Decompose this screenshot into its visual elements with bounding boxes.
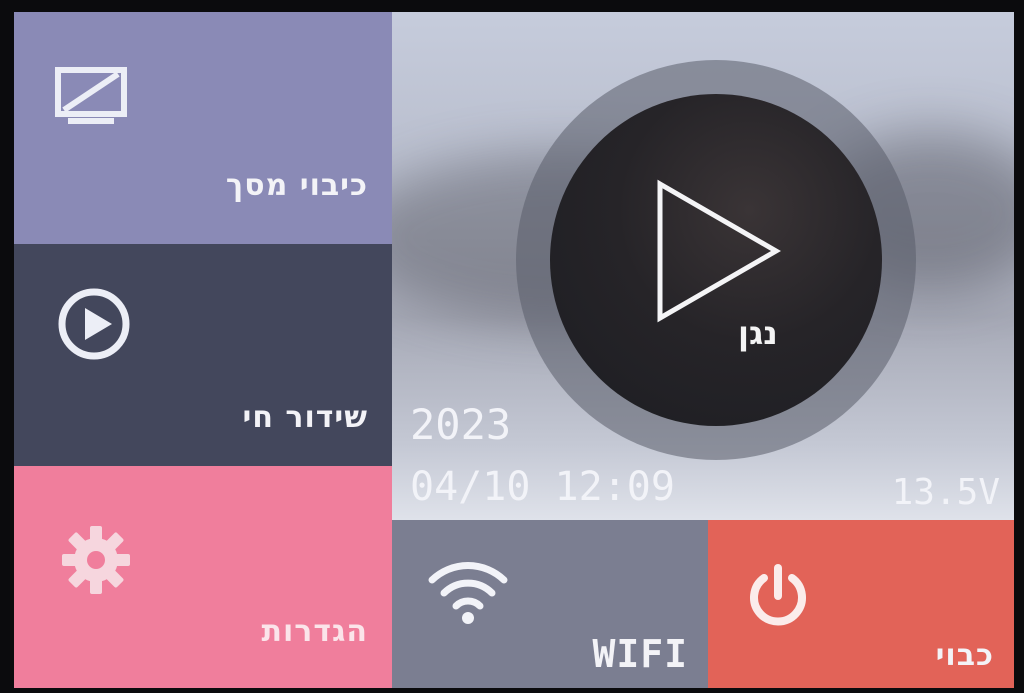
power-label: כבוי (935, 638, 994, 673)
live-stream-label: שידור חי (242, 400, 368, 435)
date-time-display: 04/10 12:09 (410, 464, 675, 510)
player-label: נגן (738, 314, 778, 352)
wifi-icon (426, 556, 510, 626)
settings-label: הגדרות (261, 614, 368, 649)
screen-off-button[interactable]: כיבוי מסך (14, 12, 392, 244)
play-icon (654, 178, 784, 324)
gear-icon (60, 524, 132, 596)
voltage-display: 13.5V (891, 472, 1000, 513)
device-screen: כיבוי מסך שידור חי הגדרות נגן 2023 04/10… (14, 12, 1014, 688)
settings-button[interactable]: הגדרות (14, 466, 392, 688)
power-button[interactable]: כבוי (708, 520, 1014, 688)
wifi-label: WIFI (592, 632, 688, 676)
wifi-button[interactable]: WIFI (392, 520, 708, 688)
live-stream-button[interactable]: שידור חי (14, 244, 392, 466)
play-circle-icon (56, 286, 132, 362)
power-icon (744, 562, 812, 630)
screen-off-label: כיבוי מסך (225, 168, 368, 203)
player-button[interactable]: נגן 2023 04/10 12:09 13.5V (392, 12, 1014, 520)
monitor-off-icon (54, 66, 130, 128)
year-display: 2023 (410, 400, 512, 449)
